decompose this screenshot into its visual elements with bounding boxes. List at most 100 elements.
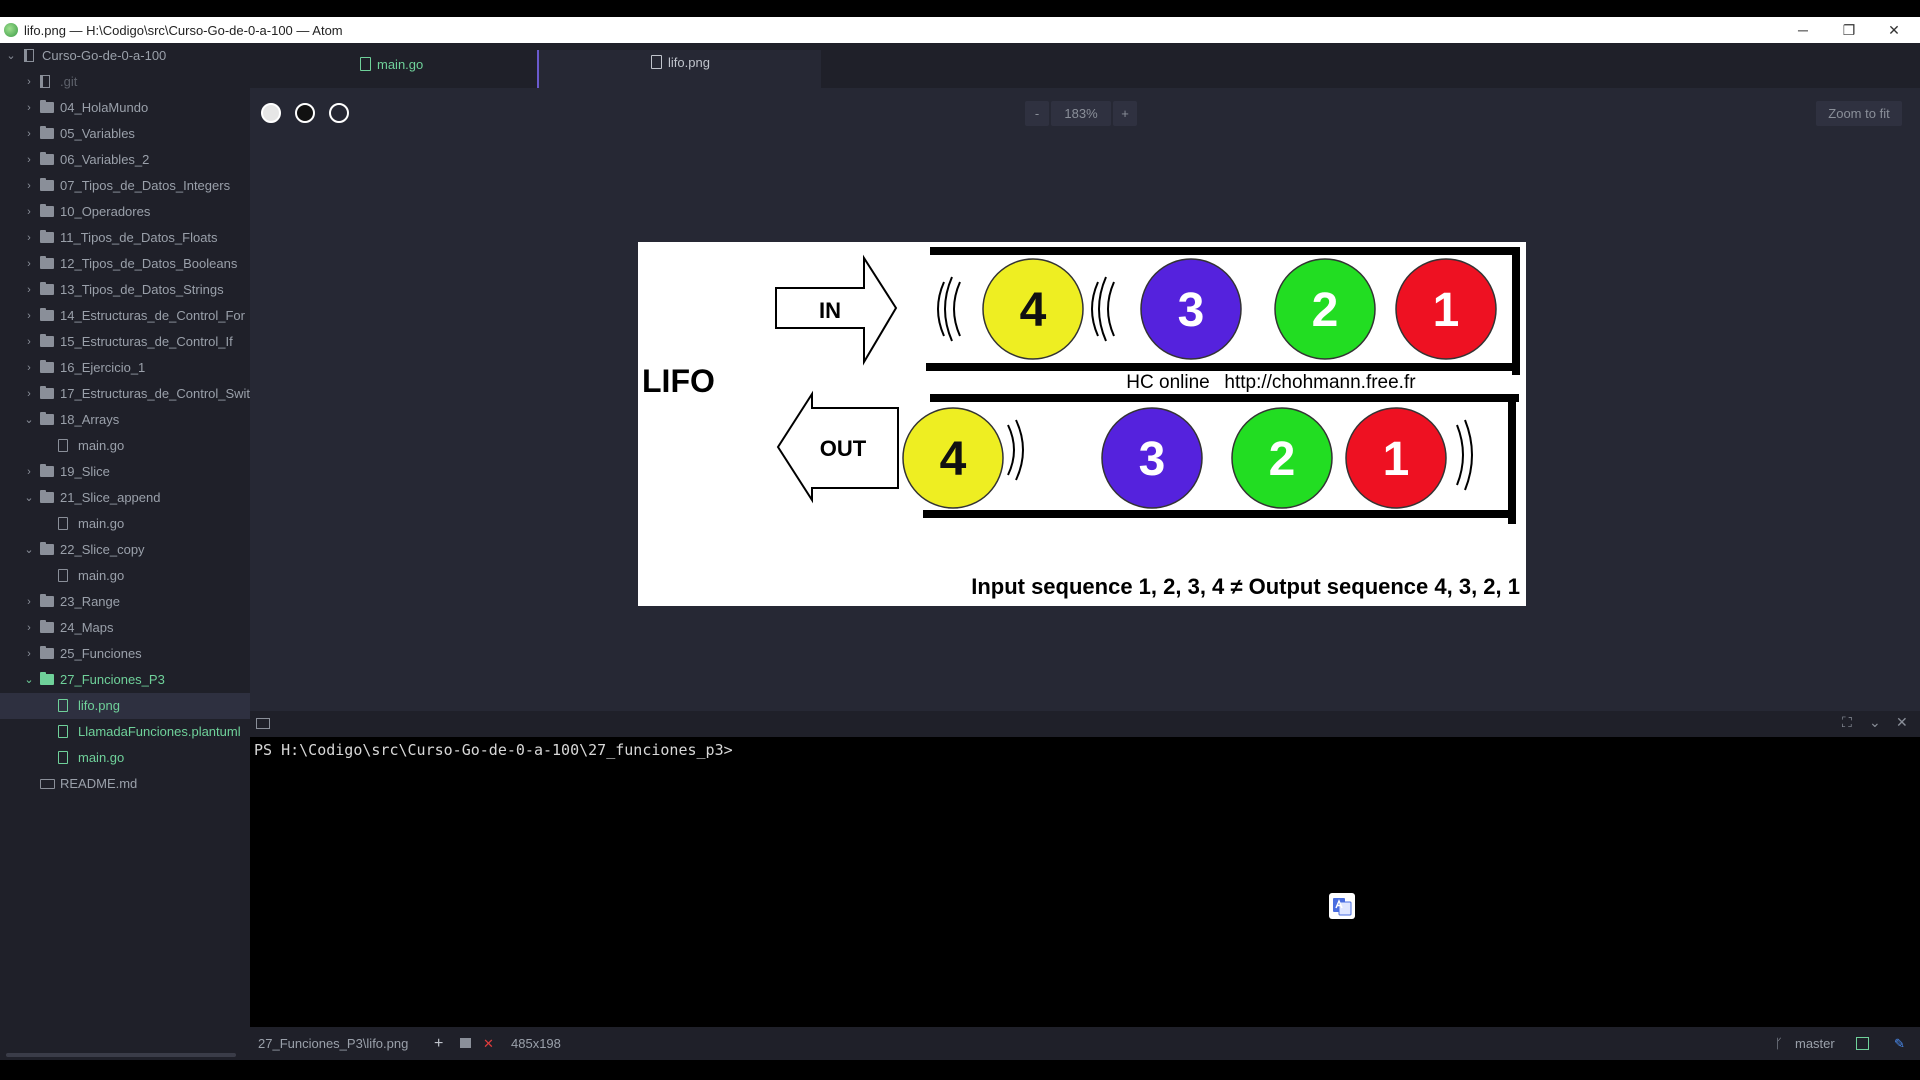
- chevron-down-icon: ⌄: [24, 414, 34, 426]
- in-label: IN: [819, 298, 841, 323]
- tree-folder[interactable]: › 24_Maps: [0, 615, 250, 641]
- tree-item-label: .git: [60, 74, 78, 89]
- ball-label: 4: [1020, 284, 1047, 337]
- terminal-status-icon[interactable]: [460, 1038, 471, 1048]
- tree-folder[interactable]: ⌄ 18_Arrays: [0, 407, 250, 433]
- tree-item-label: 27_Funciones_P3: [60, 672, 165, 687]
- tree-root[interactable]: ⌄ Curso-Go-de-0-a-100: [0, 43, 250, 69]
- git-changes-icon[interactable]: [1856, 1037, 1869, 1050]
- folder-icon: [40, 412, 54, 425]
- tab-main-go[interactable]: main.go: [250, 50, 536, 88]
- tree-folder[interactable]: › 06_Variables_2: [0, 147, 250, 173]
- branch-name[interactable]: master: [1795, 1027, 1835, 1060]
- tree-file[interactable]: lifo.png: [0, 693, 250, 719]
- folder-icon: [40, 204, 54, 217]
- tree-folder[interactable]: ⌄ 22_Slice_copy: [0, 537, 250, 563]
- top-balls: 4 3 2 1: [982, 258, 1497, 360]
- tree-file[interactable]: main.go: [0, 433, 250, 459]
- tab-label: main.go: [377, 57, 424, 72]
- tree-folder[interactable]: › 25_Funciones: [0, 641, 250, 667]
- tree-item-label: 21_Slice_append: [60, 490, 161, 505]
- tree-item-label: 17_Estructuras_de_Control_Switch: [60, 386, 264, 401]
- tab-bar: main.go lifo.png: [250, 43, 1920, 88]
- ball-label: 3: [1178, 284, 1205, 337]
- tree-file[interactable]: README.md: [0, 771, 250, 797]
- tree-folder[interactable]: › 11_Tipos_de_Datos_Floats: [0, 225, 250, 251]
- close-icon[interactable]: ✕: [1879, 20, 1909, 40]
- tree-folder[interactable]: › 04_HolaMundo: [0, 95, 250, 121]
- zoom-in-button[interactable]: +: [1113, 101, 1137, 126]
- tree-item-label: LlamadaFunciones.plantuml: [78, 724, 241, 739]
- git-branch-icon: ᚴ: [1775, 1036, 1783, 1051]
- tree-item-label: main.go: [78, 568, 125, 583]
- tree-item-label: 06_Variables_2: [60, 152, 150, 167]
- tree-file[interactable]: main.go: [0, 563, 250, 589]
- window-title: lifo.png — H:\Codigo\src\Curso-Go-de-0-a…: [24, 23, 343, 38]
- credit-url: http://chohmann.free.fr: [1224, 372, 1416, 393]
- close-x-icon[interactable]: ✕: [483, 1027, 494, 1060]
- translate-icon[interactable]: [1329, 893, 1355, 919]
- chevron-right-icon: ›: [27, 388, 31, 400]
- tree-folder[interactable]: › 13_Tipos_de_Datos_Strings: [0, 277, 250, 303]
- tree-folder[interactable]: › 23_Range: [0, 589, 250, 615]
- tree-folder[interactable]: › 19_Slice: [0, 459, 250, 485]
- tree-folder[interactable]: › 14_Estructuras_de_Control_For: [0, 303, 250, 329]
- terminal-icon[interactable]: [256, 718, 270, 729]
- terminal-panel-header: ⛶ ⌄ ✕: [250, 711, 1920, 737]
- folder-icon: [40, 360, 54, 373]
- tree-folder[interactable]: › 07_Tipos_de_Datos_Integers: [0, 173, 250, 199]
- tab-lifo-png[interactable]: lifo.png: [537, 50, 821, 88]
- close-panel-icon[interactable]: ✕: [1896, 714, 1908, 731]
- zoom-out-button[interactable]: -: [1025, 101, 1049, 126]
- file-path[interactable]: 27_Funciones_P3\lifo.png: [258, 1027, 408, 1060]
- tree-folder[interactable]: › 15_Estructuras_de_Control_If: [0, 329, 250, 355]
- tree-file[interactable]: LlamadaFunciones.plantuml: [0, 719, 250, 745]
- tree-file[interactable]: main.go: [0, 745, 250, 771]
- lifo-image: IN OUT LIFO 4 3 2 1 4 3 2 1 HC online http://c…: [638, 242, 1526, 606]
- tree-item-label: 12_Tipos_de_Datos_Booleans: [60, 256, 238, 271]
- sidebar-scrollbar[interactable]: [6, 1053, 236, 1057]
- tree-folder[interactable]: ⌄ 21_Slice_append: [0, 485, 250, 511]
- minimize-icon[interactable]: ─: [1788, 20, 1818, 40]
- tree-item-label: README.md: [60, 776, 138, 791]
- black-background-button[interactable]: [295, 103, 315, 123]
- folder-icon: [40, 594, 54, 607]
- file-icon: [58, 517, 68, 530]
- terminal[interactable]: PS H:\Codigo\src\Curso-Go-de-0-a-100\27_…: [250, 737, 1920, 1027]
- tree-folder[interactable]: ⌄ 27_Funciones_P3: [0, 667, 250, 693]
- screen-bottom-border: [0, 1060, 1920, 1080]
- ball-label: 3: [1139, 433, 1166, 486]
- tree-item-label: 19_Slice: [60, 464, 110, 479]
- image-toolbar: - 183% + Zoom to fit: [250, 88, 1920, 138]
- chevron-right-icon: ›: [27, 466, 31, 478]
- zoom-to-fit-button[interactable]: Zoom to fit: [1816, 101, 1902, 126]
- tree-folder[interactable]: › 17_Estructuras_de_Control_Switch: [0, 381, 264, 407]
- tree-folder[interactable]: › 16_Ejercicio_1: [0, 355, 250, 381]
- md-icon: [40, 779, 55, 789]
- ball-label: 4: [940, 433, 967, 486]
- restore-icon[interactable]: ❐: [1834, 20, 1864, 40]
- tree-folder[interactable]: › 10_Operadores: [0, 199, 250, 225]
- folder-icon: [40, 282, 54, 295]
- chevron-right-icon: ›: [27, 362, 31, 374]
- ball-label: 2: [1269, 433, 1296, 486]
- add-icon[interactable]: +: [434, 1027, 443, 1060]
- folder-icon: [40, 100, 54, 113]
- tree-file[interactable]: main.go: [0, 511, 250, 537]
- folder-icon: [40, 490, 54, 503]
- tree-folder[interactable]: › 12_Tipos_de_Datos_Booleans: [0, 251, 250, 277]
- ball-label: 2: [1312, 284, 1339, 337]
- maximize-panel-icon[interactable]: ⛶: [1842, 714, 1852, 731]
- chevron-right-icon: ›: [27, 206, 31, 218]
- white-background-button[interactable]: [261, 103, 281, 123]
- tab-label: lifo.png: [668, 55, 710, 70]
- hide-panel-icon[interactable]: ⌄: [1869, 714, 1881, 731]
- transparent-background-button[interactable]: [329, 103, 349, 123]
- github-icon[interactable]: ✎: [1894, 1027, 1905, 1060]
- chevron-right-icon: ›: [27, 284, 31, 296]
- repo-icon: [40, 75, 50, 88]
- status-bar: 27_Funciones_P3\lifo.png + ✕ 485x198 ᚴ m…: [250, 1027, 1920, 1060]
- folder-icon: [40, 152, 54, 165]
- tree-folder[interactable]: › 05_Variables: [0, 121, 250, 147]
- tree-folder[interactable]: › .git: [0, 69, 250, 95]
